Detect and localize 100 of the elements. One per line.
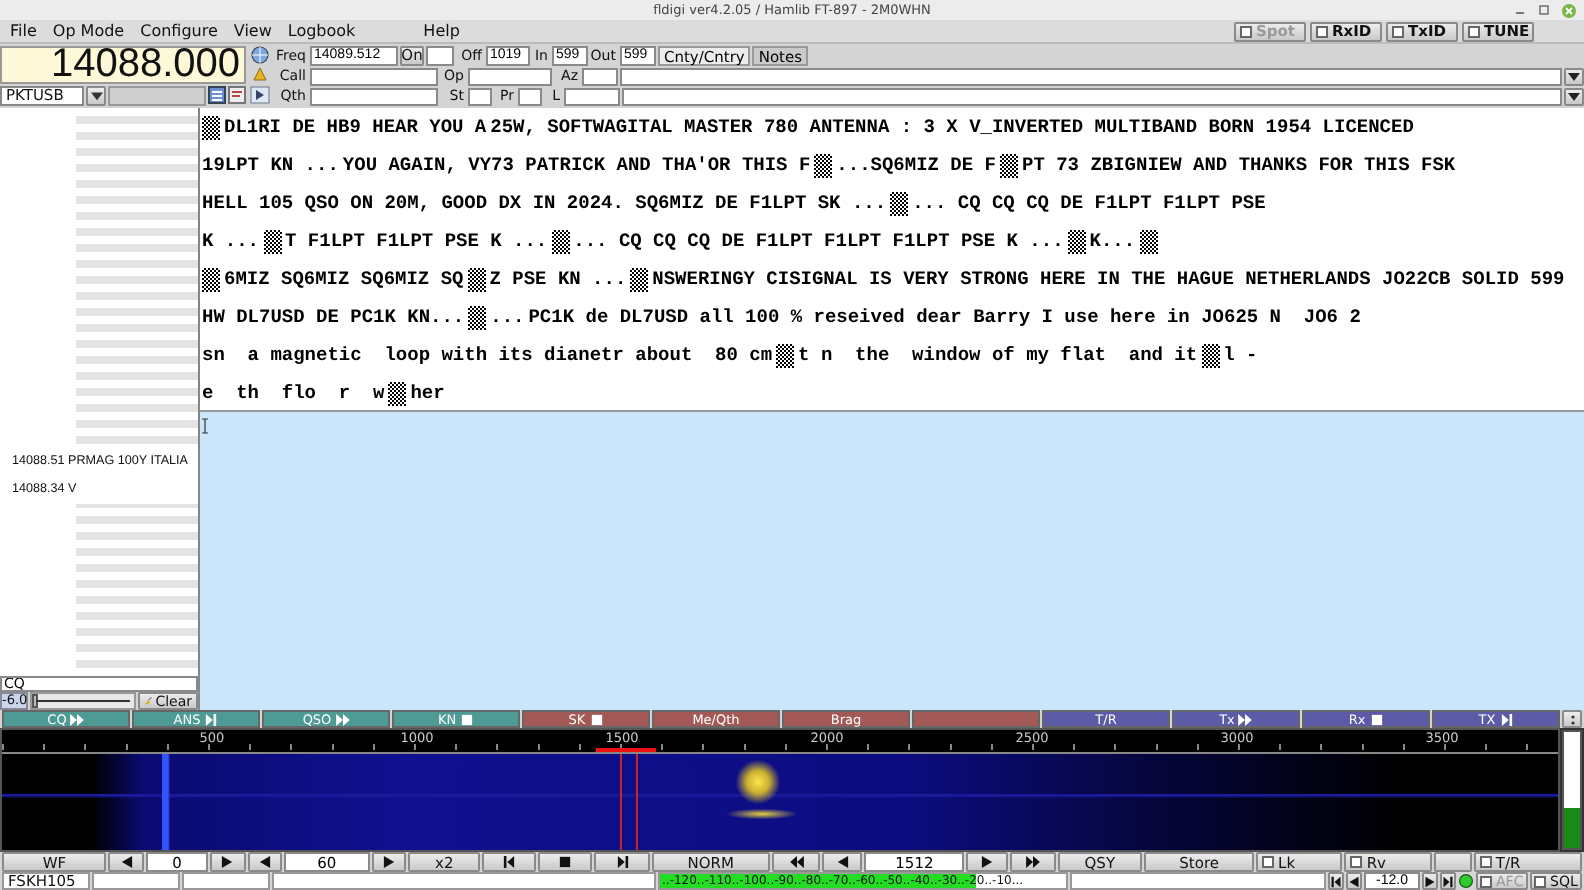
log-field[interactable] xyxy=(310,67,438,86)
log-field[interactable] xyxy=(622,87,1562,106)
checkbox[interactable] xyxy=(1534,875,1546,887)
arrow-button[interactable] xyxy=(1010,852,1056,872)
receive-text-area[interactable] xyxy=(200,108,1584,412)
noise-patch xyxy=(263,229,282,253)
caret-icon xyxy=(89,90,103,102)
double-left-arrow-icon xyxy=(789,856,804,868)
decoded-text: sn a magnetic loop with its dianetr about 80 cm xyxy=(202,344,773,366)
decoded-text: ... xyxy=(490,306,525,328)
menu-item[interactable]: Op Mode xyxy=(44,22,133,40)
double-arrow-icon xyxy=(70,713,85,725)
menu-item[interactable]: Logbook xyxy=(279,22,364,40)
stop-icon xyxy=(1369,713,1384,725)
more-button[interactable] xyxy=(1562,710,1582,728)
checkbox[interactable] xyxy=(1479,856,1492,868)
arrow-button[interactable] xyxy=(108,852,145,872)
left-arrow-icon xyxy=(835,856,850,868)
frequency-display[interactable]: 14088.000 xyxy=(0,46,246,84)
maximize-icon xyxy=(1538,4,1550,16)
step-left-icon xyxy=(501,856,516,868)
double-arrow-icon xyxy=(335,713,350,725)
menu-item[interactable]: Help xyxy=(415,22,468,40)
decoded-text: 19LPT KN ... xyxy=(202,154,339,176)
noise-patch xyxy=(814,153,833,177)
checkbox[interactable] xyxy=(1392,25,1404,37)
step-left-icon xyxy=(1330,875,1342,887)
stop-icon xyxy=(460,713,475,725)
arrow-button[interactable] xyxy=(247,852,283,872)
right-arrow-icon xyxy=(980,856,995,868)
arrow-button[interactable] xyxy=(822,852,863,872)
log-field[interactable] xyxy=(564,87,620,106)
double-right-arrow-icon xyxy=(1025,856,1040,868)
stop-icon xyxy=(589,713,604,725)
list-icon xyxy=(208,86,226,104)
dropdown-button[interactable] xyxy=(86,86,106,106)
noise-patch xyxy=(1201,343,1220,367)
decoded-text: Z PSE KN ... xyxy=(489,268,627,290)
menu-item[interactable]: View xyxy=(225,22,280,40)
decoded-text: DL1RI DE HB9 HEAR YOU A xyxy=(224,116,487,138)
step-right-icon xyxy=(615,856,630,868)
play-end-icon xyxy=(204,713,219,725)
dots-icon xyxy=(1569,713,1575,725)
decoded-text: K... xyxy=(1089,230,1136,252)
noise-patch xyxy=(551,229,570,253)
decoded-text: K ... xyxy=(202,230,260,252)
arrow-button[interactable] xyxy=(1346,872,1362,890)
decoded-text: YOU AGAIN, VY73 PATRICK AND THA'OR THIS F xyxy=(342,154,811,176)
arrow-button[interactable] xyxy=(771,852,821,872)
decoded-text: HW DL7USD DE PC1K KN... xyxy=(202,306,465,328)
text-cursor-icon xyxy=(202,418,208,434)
noise-patch xyxy=(1000,153,1018,177)
log-field[interactable] xyxy=(620,67,1562,86)
arrow-button[interactable] xyxy=(1328,872,1344,890)
noise-patch xyxy=(468,305,487,329)
log-field[interactable] xyxy=(582,67,618,86)
dropdown-button[interactable] xyxy=(1564,87,1584,106)
log-field[interactable] xyxy=(518,87,542,106)
decoded-text: e th flo r w xyxy=(202,382,385,404)
arrow-button[interactable] xyxy=(209,852,246,872)
dropdown-button[interactable] xyxy=(1564,67,1584,86)
decoded-text: PC1K de DL7USD all 100 % reseived dear Barry I use here in JO625 N JO6 2 xyxy=(528,306,1361,328)
checkbox[interactable] xyxy=(1468,25,1480,37)
arrow-button[interactable] xyxy=(594,852,650,872)
arrow-button[interactable] xyxy=(1422,872,1438,890)
close-icon xyxy=(1562,3,1576,17)
left-arrow-icon xyxy=(257,856,272,868)
slider-thumb[interactable] xyxy=(32,694,38,708)
arrow-button[interactable] xyxy=(966,852,1009,872)
gain-slider[interactable] xyxy=(30,692,136,710)
decoded-text: ... CQ CQ CQ DE F1LPT F1LPT PSE xyxy=(912,192,1266,214)
stop-button[interactable] xyxy=(537,852,593,872)
decoded-text: 6MIZ SQ6MIZ SQ6MIZ SQ xyxy=(224,268,464,290)
decoded-text: her xyxy=(410,382,445,404)
menu-item[interactable]: File xyxy=(2,22,45,40)
decoded-text: 25W, SOFTWAGITAL MASTER 780 ANTENNA : 3 X V_INVERTED MULTIBAND BORN 1954 LICENCED xyxy=(490,116,1414,138)
decoded-text: ... CQ CQ CQ DE F1LPT F1LPT F1LPT PSE K ... xyxy=(573,230,1064,252)
noise-patch xyxy=(630,267,649,291)
arrow-button[interactable] xyxy=(371,852,407,872)
log-field[interactable] xyxy=(310,87,438,106)
noise-patch xyxy=(890,191,909,215)
globe-icon xyxy=(250,46,270,64)
decoded-text: t n the window of my flat and it xyxy=(798,344,1198,366)
step-right-icon xyxy=(1442,875,1454,887)
log-field[interactable] xyxy=(426,46,454,65)
noise-patch xyxy=(1067,229,1086,253)
tuning-marker[interactable] xyxy=(596,748,656,752)
arrow-button[interactable] xyxy=(482,852,536,872)
checkbox[interactable] xyxy=(1316,25,1328,37)
checkbox[interactable] xyxy=(1262,856,1275,868)
log-field[interactable] xyxy=(468,67,552,86)
checkbox[interactable] xyxy=(1350,856,1363,868)
decoded-text: l - xyxy=(1223,344,1258,366)
arrow-button[interactable] xyxy=(1440,872,1456,890)
noise-patch xyxy=(388,381,407,405)
right-arrow-icon xyxy=(1424,875,1436,887)
left-arrow-icon xyxy=(1348,875,1360,887)
noise-patch xyxy=(776,343,795,367)
log-field[interactable] xyxy=(468,87,492,106)
menu-item[interactable]: Configure xyxy=(132,22,226,40)
